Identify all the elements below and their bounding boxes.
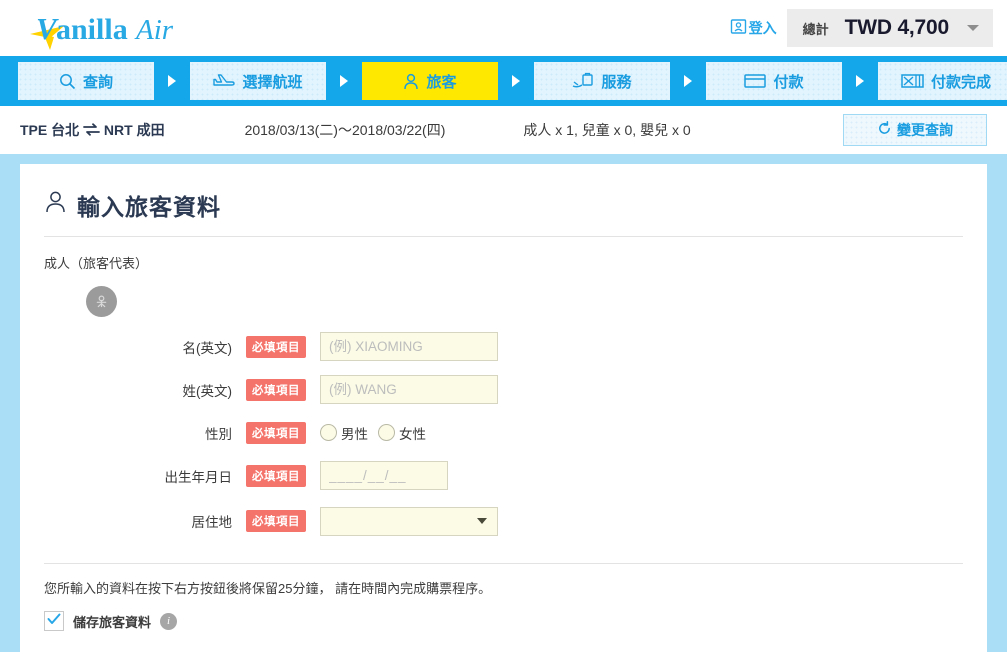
- radio-icon[interactable]: [320, 424, 337, 441]
- retention-note: 您所輸入的資料在按下右方按鈕後將保留25分鐘， 請在時間內完成購票程序。: [44, 581, 492, 596]
- first-name-input[interactable]: [320, 332, 498, 361]
- form-row-birthdate: 出生年月日 必填項目: [44, 454, 963, 497]
- last-name-control: [320, 375, 498, 404]
- radio-icon[interactable]: [378, 424, 395, 441]
- step-label: 付款完成: [930, 73, 991, 91]
- change-search-label: 變更查詢: [897, 122, 953, 138]
- save-passenger-label: 儲存旅客資料: [73, 614, 152, 630]
- last-name-label: 姓(英文): [182, 383, 233, 399]
- form-row-residence: 居住地 必填項目: [44, 497, 963, 545]
- trip-summary-bar: TPE 台北 NRT 成田 2018/03/13(二)〜2018/03/22(四…: [0, 106, 1007, 154]
- login-button[interactable]: 登入: [720, 12, 787, 44]
- total-label: 總計: [802, 21, 829, 37]
- step-label: 旅客: [426, 73, 457, 91]
- page-title: 輸入旅客資料: [44, 188, 963, 236]
- required-badge: 必填項目: [246, 464, 306, 487]
- dest-city: 成田: [136, 122, 165, 138]
- step-arrow-icon: [512, 75, 520, 87]
- login-label: 登入: [748, 20, 777, 36]
- save-passenger-checkbox[interactable]: [44, 611, 64, 631]
- credit-card-icon: [744, 73, 767, 89]
- residence-select[interactable]: [320, 506, 498, 536]
- birthdate-input[interactable]: [320, 461, 448, 490]
- gender-option-male[interactable]: 男性: [320, 423, 368, 443]
- svg-text:anilla: anilla: [56, 13, 128, 46]
- step-label: 查詢: [82, 73, 113, 91]
- save-passenger-row: 儲存旅客資料 i: [44, 611, 963, 631]
- adult-section-label: 成人（旅客代表）: [44, 256, 149, 271]
- form-footer: 您所輸入的資料在按下右方按鈕後將保留25分鐘， 請在時間內完成購票程序。 儲存旅…: [44, 563, 963, 631]
- booking-step-nav: 查詢 選擇航班 旅客 服務 付款 付款完成: [0, 56, 1007, 106]
- step-label: 服務: [601, 73, 632, 91]
- total-amount: TWD 4,700: [844, 16, 950, 39]
- passenger-form-card: 輸入旅客資料 成人（旅客代表） 輸入聯絡人資料 名(英文) 必填項目 姓(英文: [20, 164, 987, 652]
- title-divider: [44, 236, 963, 237]
- origin-code: TPE: [20, 122, 48, 138]
- step-search[interactable]: 查詢: [18, 62, 154, 100]
- required-badge: 必填項目: [246, 378, 306, 401]
- form-row-last-name: 姓(英文) 必填項目: [44, 368, 963, 411]
- svg-text:Air: Air: [134, 14, 174, 46]
- step-label: 付款: [773, 73, 804, 91]
- step-passenger[interactable]: 旅客: [362, 62, 498, 100]
- gender-option-label: 女性: [399, 426, 426, 442]
- footer-divider: [44, 563, 963, 564]
- step-arrow-icon: [168, 75, 176, 87]
- required-badge: 必填項目: [246, 510, 306, 532]
- step-payment[interactable]: 付款: [706, 62, 842, 100]
- step-arrow-icon: [684, 75, 692, 87]
- form-row-gender: 性別 必填項目 男性 女性: [44, 411, 963, 454]
- last-name-input[interactable]: [320, 375, 498, 404]
- residence-label: 居住地: [191, 515, 233, 530]
- first-name-control: [320, 332, 498, 361]
- total-price-box[interactable]: 總計 TWD 4,700: [786, 9, 993, 47]
- checkmark-icon: [47, 612, 61, 630]
- birthdate-control: [320, 461, 448, 490]
- ticket-icon: [901, 73, 924, 89]
- first-name-label: 名(英文): [182, 340, 233, 356]
- form-row-first-name: 名(英文) 必填項目: [44, 325, 963, 368]
- summary-route: TPE 台北 NRT 成田: [20, 120, 165, 140]
- user-card-icon: [730, 18, 747, 38]
- step-select-flight[interactable]: 選擇航班: [190, 62, 326, 100]
- refresh-icon: [877, 121, 892, 139]
- required-badge: 必填項目: [246, 421, 306, 444]
- airplane-icon: [213, 73, 236, 90]
- search-icon: [59, 73, 76, 90]
- gender-label: 性別: [205, 426, 232, 442]
- chevron-down-icon[interactable]: [967, 25, 979, 31]
- page-title-text: 輸入旅客資料: [77, 194, 221, 220]
- required-badge: 必填項目: [246, 335, 306, 358]
- person-icon: [403, 73, 419, 90]
- vanilla-air-logo[interactable]: V anilla Air: [20, 6, 185, 50]
- passenger-avatar-icon: [86, 286, 117, 317]
- gender-option-female[interactable]: 女性: [378, 423, 426, 443]
- gender-control: 男性 女性: [320, 423, 426, 443]
- gender-option-label: 男性: [341, 426, 368, 442]
- residence-control: [320, 506, 498, 536]
- gender-radio-group: 男性 女性: [320, 423, 426, 443]
- origin-city: 台北: [51, 122, 80, 138]
- luggage-icon: [572, 72, 594, 90]
- dest-code: NRT: [103, 122, 133, 138]
- summary-passengers: 成人 x 1, 兒童 x 0, 嬰兒 x 0: [523, 122, 691, 138]
- page-background: 輸入旅客資料 成人（旅客代表） 輸入聯絡人資料 名(英文) 必填項目 姓(英文: [0, 154, 1007, 652]
- passenger-form: 輸入聯絡人資料 名(英文) 必填項目 姓(英文) 必填項目 性別 必填: [44, 325, 963, 545]
- chevron-down-icon: [477, 518, 487, 524]
- step-label: 選擇航班: [242, 73, 303, 91]
- step-payment-complete[interactable]: 付款完成: [878, 62, 1007, 100]
- summary-dates: 2018/03/13(二)〜2018/03/22(四): [244, 122, 446, 138]
- step-arrow-icon: [856, 75, 864, 87]
- app-header: V anilla Air 登入 總計 TWD 4,700: [0, 0, 1007, 56]
- change-search-button[interactable]: 變更查詢: [843, 114, 987, 146]
- step-arrow-icon: [340, 75, 348, 87]
- birthdate-label: 出生年月日: [164, 469, 233, 485]
- info-icon[interactable]: i: [160, 612, 178, 630]
- person-icon: [44, 190, 67, 220]
- step-services[interactable]: 服務: [534, 62, 670, 100]
- exchange-arrows-icon: [83, 122, 104, 138]
- header-actions: 登入 總計 TWD 4,700: [720, 9, 993, 47]
